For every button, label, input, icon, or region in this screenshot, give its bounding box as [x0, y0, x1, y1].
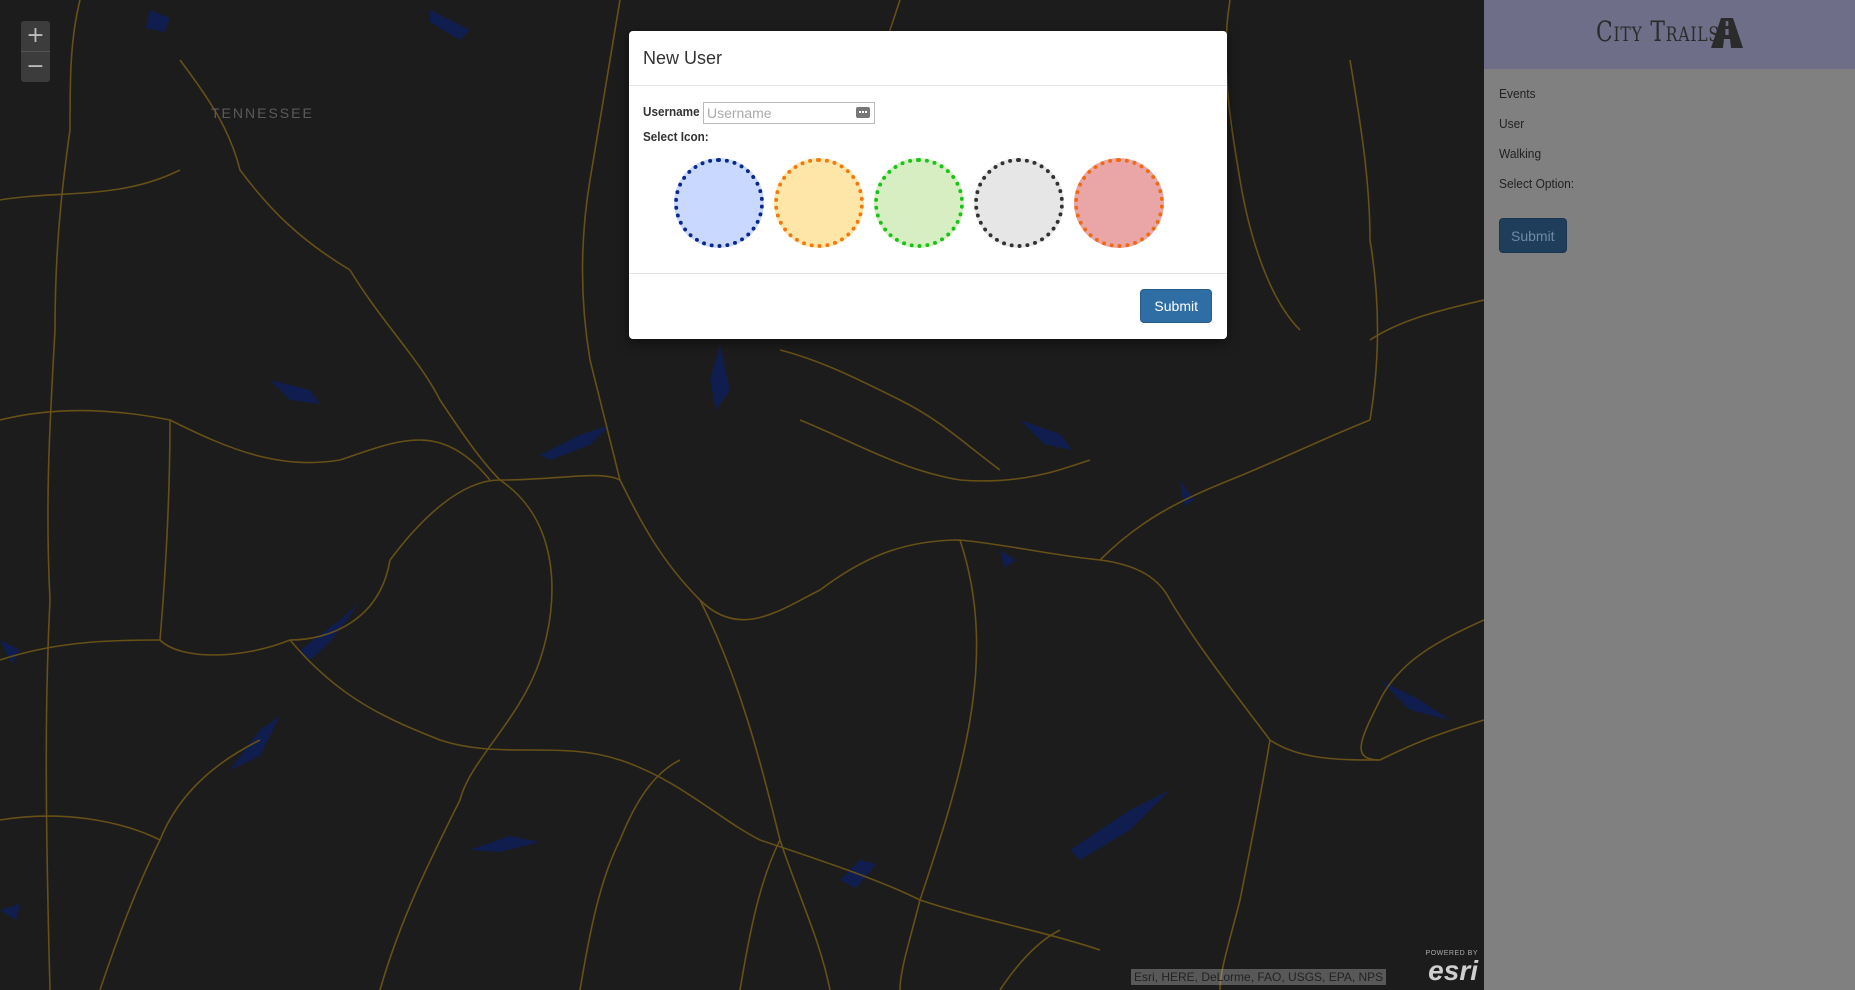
sidebar: City Trails Events User Walking Select O…: [1484, 0, 1855, 990]
sidebar-item-walking[interactable]: Walking: [1499, 146, 1541, 161]
username-input[interactable]: [703, 102, 875, 124]
zoom-control: + −: [21, 21, 50, 82]
app-root: TENNESSEE + − Esri, HERE, DeLorme, FAO, …: [0, 0, 1855, 990]
icon-choice-gray[interactable]: [974, 158, 1064, 248]
sidebar-item-user[interactable]: User: [1499, 116, 1524, 131]
username-label: Username: [643, 104, 700, 119]
road-icon: [1709, 17, 1745, 54]
sidebar-header: City Trails: [1484, 0, 1855, 69]
map-view[interactable]: TENNESSEE + − Esri, HERE, DeLorme, FAO, …: [0, 0, 1484, 990]
select-icon-label: Select Icon:: [643, 129, 709, 144]
icon-choice-yellow[interactable]: [774, 158, 864, 248]
modal-title: New User: [643, 48, 723, 68]
esri-logo[interactable]: POWERED BY esri: [1418, 950, 1478, 986]
sidebar-select-option-label: Select Option:: [1499, 176, 1575, 191]
modal-footer: Submit: [629, 274, 1227, 339]
zoom-out-button[interactable]: −: [21, 51, 50, 82]
sidebar-submit-button[interactable]: Submit: [1499, 218, 1567, 253]
zoom-in-button[interactable]: +: [21, 21, 50, 51]
icon-choice-red[interactable]: [1074, 158, 1164, 248]
map-region-label: TENNESSEE: [211, 105, 314, 121]
map-attribution[interactable]: Esri, HERE, DeLorme, FAO, USGS, EPA, NPS: [1131, 969, 1387, 985]
modal-submit-button[interactable]: Submit: [1140, 289, 1212, 323]
esri-wordmark: esri: [1428, 955, 1478, 986]
icon-choice-green[interactable]: [874, 158, 964, 248]
sidebar-item-events[interactable]: Events: [1499, 86, 1536, 101]
brand-title[interactable]: City Trails: [1596, 15, 1720, 48]
icon-choice-blue[interactable]: [674, 158, 764, 248]
modal-header: New User: [629, 31, 1227, 86]
password-manager-icon[interactable]: [856, 107, 870, 118]
new-user-modal: New User Submit Username Select Icon:: [629, 31, 1227, 339]
